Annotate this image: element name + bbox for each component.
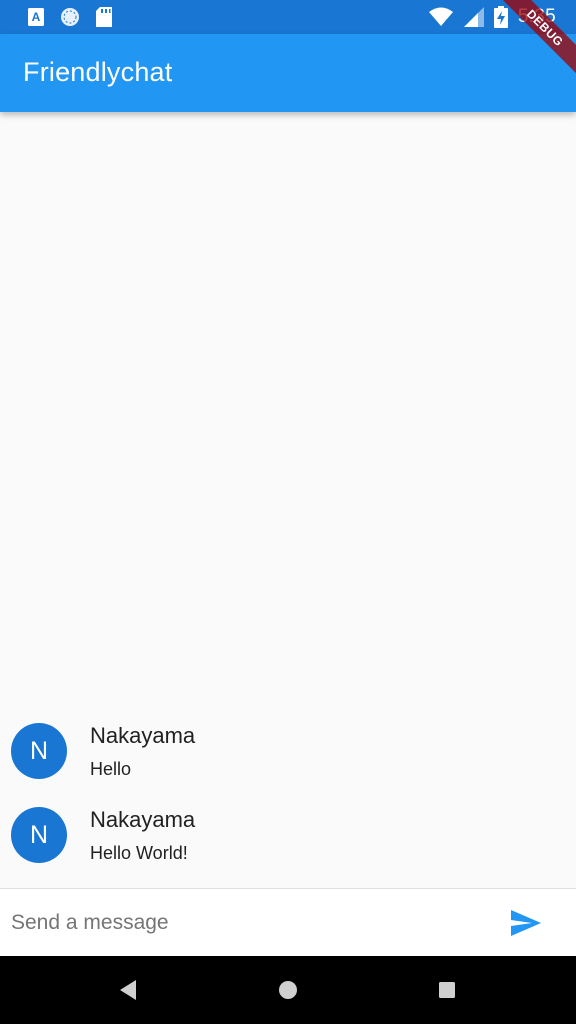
sd-card-icon — [96, 7, 112, 27]
status-right-icons: 5:35 — [428, 5, 556, 29]
back-button[interactable] — [116, 978, 140, 1002]
status-left-icons: A — [28, 7, 112, 27]
app-title: Friendlychat — [23, 57, 173, 87]
message-text: Hello — [90, 759, 132, 779]
send-button[interactable] — [498, 899, 554, 947]
message-item: N Nakayama Hello World! — [0, 807, 576, 877]
home-button[interactable] — [276, 978, 300, 1002]
home-icon — [279, 981, 297, 999]
clock: 5:35 — [517, 6, 556, 27]
navigation-bar — [0, 956, 576, 1024]
message-list[interactable]: N Nakayama Hello N Nakayama Hello World! — [0, 112, 576, 888]
message-composer — [0, 889, 576, 956]
message-text: Hello World! — [90, 843, 188, 863]
message-item: N Nakayama Hello — [0, 723, 576, 793]
screen: A 5:35 DEBUG Friendlychat N Nakayama Hel… — [0, 0, 576, 1024]
message-sender: Nakayama — [90, 807, 196, 832]
send-icon — [511, 910, 541, 936]
signal-icon — [463, 7, 484, 27]
message-sender: Nakayama — [90, 723, 196, 748]
font-icon: A — [28, 8, 44, 26]
status-bar: A 5:35 — [0, 0, 576, 34]
battery-charging-icon — [493, 6, 508, 28]
app-bar: Friendlychat — [0, 34, 576, 112]
avatar: N — [11, 723, 67, 779]
avatar: N — [11, 807, 67, 863]
message-input[interactable] — [11, 903, 481, 943]
svg-text:A: A — [32, 10, 41, 24]
wifi-icon — [428, 6, 454, 28]
recents-icon — [439, 982, 455, 998]
sync-icon — [60, 7, 80, 27]
back-icon — [120, 980, 136, 1000]
recents-button[interactable] — [435, 978, 459, 1002]
